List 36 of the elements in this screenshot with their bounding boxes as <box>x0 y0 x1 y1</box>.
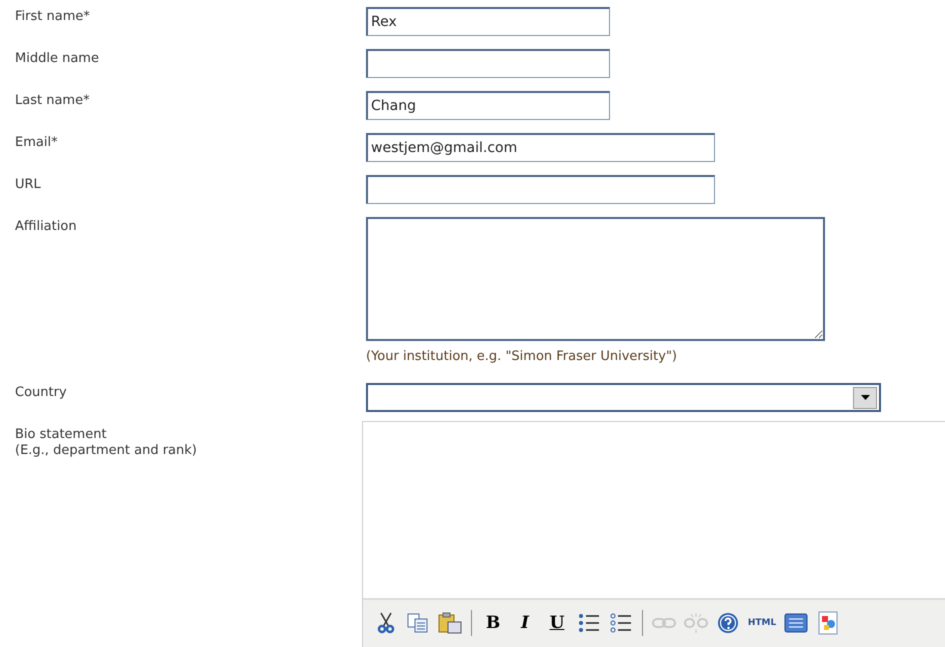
bullet-list-icon <box>578 613 600 633</box>
link-icon <box>652 616 676 630</box>
field-label: First name* <box>15 8 91 25</box>
field-label: Middle name <box>15 50 100 67</box>
field-sublabel: (E.g., department and rank) <box>15 443 198 459</box>
window-icon <box>784 613 808 633</box>
text-field[interactable] <box>366 175 715 204</box>
clipboard-icon <box>438 612 462 634</box>
country-select[interactable] <box>366 383 881 412</box>
affiliation-field[interactable] <box>366 217 825 341</box>
format-button[interactable]: HTML <box>747 610 777 636</box>
image-icon <box>818 611 838 635</box>
field-label: Country <box>15 384 68 401</box>
format-button[interactable]: B <box>480 610 506 636</box>
caret-icon <box>860 395 870 400</box>
scissors-icon <box>377 612 395 634</box>
rich-text-editor[interactable]: B I U HTML <box>362 421 945 647</box>
field-label: Last name* <box>15 92 91 109</box>
dropdown-button[interactable] <box>853 386 877 408</box>
field-label: Bio statement <box>15 426 108 443</box>
field-label: Email* <box>15 134 59 151</box>
help-button[interactable] <box>715 610 741 636</box>
field-hint: (Your institution, e.g. "Simon Fraser University") <box>366 349 678 364</box>
text-field[interactable]: Chang <box>366 91 610 120</box>
help-icon <box>717 612 739 634</box>
text-field[interactable]: Rex <box>366 7 610 36</box>
format-button[interactable]: U <box>544 610 570 636</box>
broken-link-icon <box>684 612 708 634</box>
field-label: Affiliation <box>15 218 78 235</box>
numbered-list-icon <box>610 613 632 633</box>
text-field[interactable] <box>366 49 610 78</box>
text-field[interactable]: westjem@gmail.com <box>366 133 715 162</box>
format-button[interactable]: I <box>512 610 538 636</box>
copy-icon <box>407 613 429 633</box>
field-label: URL <box>15 176 42 193</box>
paste-button[interactable] <box>437 610 463 636</box>
